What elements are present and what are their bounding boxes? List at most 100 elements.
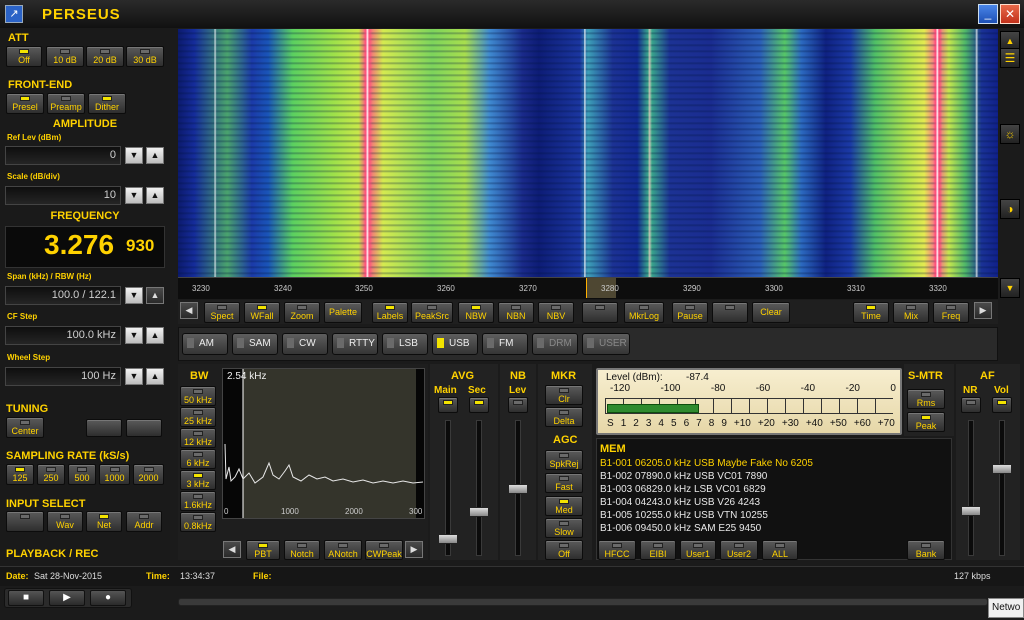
toolbar-disabled-button-2[interactable] bbox=[712, 302, 748, 323]
mem-row[interactable]: B1-002 07890.0 kHz USB VC01 7890 bbox=[600, 470, 940, 483]
mode-sam[interactable]: SAM bbox=[232, 333, 278, 355]
waterfall[interactable] bbox=[178, 29, 998, 277]
peak-button[interactable]: Peak bbox=[907, 412, 945, 432]
cf-up-icon[interactable]: ▲ bbox=[146, 327, 164, 344]
nr-track[interactable] bbox=[968, 420, 974, 556]
span-field[interactable]: 100.0 / 122.1 bbox=[5, 286, 121, 305]
span-up-icon[interactable]: ▲ bbox=[146, 287, 164, 304]
nr-slider[interactable] bbox=[961, 506, 981, 516]
all-button[interactable]: ALL bbox=[762, 540, 798, 560]
minimize-button[interactable]: _ bbox=[978, 4, 998, 24]
anotch-button[interactable]: ANotch bbox=[324, 540, 362, 560]
wheel-down-icon[interactable]: ▼ bbox=[125, 368, 143, 385]
nbn-button[interactable]: NBN bbox=[498, 302, 534, 323]
bw-0-8khz-button[interactable]: 0.8kHz bbox=[180, 512, 216, 532]
freq-button[interactable]: Freq bbox=[933, 302, 969, 323]
ref-level-field[interactable]: 0 bbox=[5, 146, 121, 165]
mem-list[interactable]: B1-001 06205.0 kHz USB Maybe Fake No 620… bbox=[600, 457, 940, 535]
hfcc-button[interactable]: HFCC bbox=[598, 540, 636, 560]
rate-1000-button[interactable]: 1000 bbox=[99, 464, 130, 485]
bw-spectrum-panel[interactable]: 2.54 kHz 0 1000 2000 300 bbox=[222, 368, 425, 519]
brightness-icon[interactable]: ☼ bbox=[1000, 124, 1020, 144]
bw-1-6khz-button[interactable]: 1.6kHz bbox=[180, 491, 216, 511]
play-icon[interactable]: ▶ bbox=[49, 590, 85, 606]
scale-up-icon[interactable]: ▲ bbox=[146, 187, 164, 204]
bank-button[interactable]: Bank bbox=[907, 540, 945, 560]
agc-med-button[interactable]: Med bbox=[545, 496, 583, 516]
tuning-button-2[interactable] bbox=[86, 419, 122, 437]
close-button[interactable]: ✕ bbox=[1000, 4, 1020, 24]
rate-125-button[interactable]: 125 bbox=[6, 464, 34, 485]
mode-cw[interactable]: CW bbox=[282, 333, 328, 355]
cf-down-icon[interactable]: ▼ bbox=[125, 327, 143, 344]
mem-row[interactable]: B1-003 06829.0 kHz LSB VC01 6829 bbox=[600, 483, 940, 496]
palette-button[interactable]: Palette bbox=[324, 302, 362, 323]
dither-button[interactable]: Dither bbox=[88, 93, 126, 114]
scroll-down-icon[interactable]: ▼ bbox=[1000, 278, 1020, 298]
addr-button[interactable]: Addr bbox=[126, 511, 162, 532]
toolbar-right-icon[interactable]: ▶ bbox=[974, 302, 992, 319]
avg-main-slider[interactable] bbox=[438, 534, 458, 544]
mem-row[interactable]: B1-005 10255.0 kHz USB VTN 10255 bbox=[600, 509, 940, 522]
bw-3khz-button[interactable]: 3 kHz bbox=[180, 470, 216, 490]
scale-down-icon[interactable]: ▼ bbox=[125, 187, 143, 204]
avg-sec-track[interactable] bbox=[476, 420, 482, 556]
wav-button[interactable]: Wav bbox=[47, 511, 83, 532]
mode-drm[interactable]: DRM bbox=[532, 333, 578, 355]
rate-500-button[interactable]: 500 bbox=[68, 464, 96, 485]
rate-250-button[interactable]: 250 bbox=[37, 464, 65, 485]
agc-fast-button[interactable]: Fast bbox=[545, 473, 583, 493]
cf-step-field[interactable]: 100.0 kHz bbox=[5, 326, 121, 345]
nb-slider[interactable] bbox=[508, 484, 528, 494]
clear-button[interactable]: Clear bbox=[752, 302, 790, 323]
wfall-button[interactable]: WFall bbox=[244, 302, 280, 323]
vol-track[interactable] bbox=[999, 420, 1005, 556]
eibi-button[interactable]: EIBI bbox=[640, 540, 676, 560]
pause-button[interactable]: Pause bbox=[672, 302, 708, 323]
mem-row[interactable]: B1-001 06205.0 kHz USB Maybe Fake No 620… bbox=[600, 457, 940, 470]
span-down-icon[interactable]: ▼ bbox=[125, 287, 143, 304]
taskbar-tooltip[interactable]: Netwo bbox=[988, 598, 1024, 618]
att-30db-button[interactable]: 30 dB bbox=[126, 46, 164, 67]
mode-rtty[interactable]: RTTY bbox=[332, 333, 378, 355]
avg-sec-slider[interactable] bbox=[469, 507, 489, 517]
nb-toggle[interactable] bbox=[508, 397, 528, 413]
menu-icon[interactable]: ☰ bbox=[1000, 48, 1020, 68]
wheel-step-field[interactable]: 100 Hz bbox=[5, 367, 121, 386]
tuning-button-3[interactable] bbox=[126, 419, 162, 437]
mode-user[interactable]: USER bbox=[582, 333, 630, 355]
scale-field[interactable]: 10 bbox=[5, 186, 121, 205]
avg-sec-toggle[interactable] bbox=[469, 397, 489, 413]
notch-button[interactable]: Notch bbox=[284, 540, 320, 560]
att-10db-button[interactable]: 10 dB bbox=[46, 46, 84, 67]
agc-off-button[interactable]: Off bbox=[545, 540, 583, 560]
mkrlog-button[interactable]: MkrLog bbox=[624, 302, 664, 323]
cwpeak-button[interactable]: CWPeak bbox=[365, 540, 403, 560]
vol-toggle[interactable] bbox=[992, 397, 1012, 413]
ref-down-icon[interactable]: ▼ bbox=[125, 147, 143, 164]
mode-am[interactable]: AM bbox=[182, 333, 228, 355]
nbw-button[interactable]: NBW bbox=[458, 302, 494, 323]
playback-progress[interactable] bbox=[178, 598, 988, 606]
labels-button[interactable]: Labels bbox=[372, 302, 408, 323]
record-icon[interactable]: ● bbox=[90, 590, 126, 606]
user1-button[interactable]: User1 bbox=[680, 540, 716, 560]
center-button[interactable]: Center bbox=[6, 417, 44, 438]
filter-left-icon[interactable]: ◀ bbox=[223, 541, 241, 558]
clr-button[interactable]: Clr bbox=[545, 385, 583, 405]
bw-12khz-button[interactable]: 12 kHz bbox=[180, 428, 216, 448]
pbt-button[interactable]: PBT bbox=[246, 540, 280, 560]
wheel-up-icon[interactable]: ▲ bbox=[146, 368, 164, 385]
nbv-button[interactable]: NBV bbox=[538, 302, 574, 323]
input-button-1[interactable] bbox=[6, 511, 44, 532]
bw-6khz-button[interactable]: 6 kHz bbox=[180, 449, 216, 469]
net-button[interactable]: Net bbox=[86, 511, 122, 532]
mem-row[interactable]: B1-006 09450.0 kHz SAM E25 9450 bbox=[600, 522, 940, 535]
time-button[interactable]: Time bbox=[853, 302, 889, 323]
vol-slider[interactable] bbox=[992, 464, 1012, 474]
att-20db-button[interactable]: 20 dB bbox=[86, 46, 124, 67]
bw-50khz-button[interactable]: 50 kHz bbox=[180, 386, 216, 406]
stop-icon[interactable]: ■ bbox=[8, 590, 44, 606]
mix-button[interactable]: Mix bbox=[893, 302, 929, 323]
avg-main-toggle[interactable] bbox=[438, 397, 458, 413]
